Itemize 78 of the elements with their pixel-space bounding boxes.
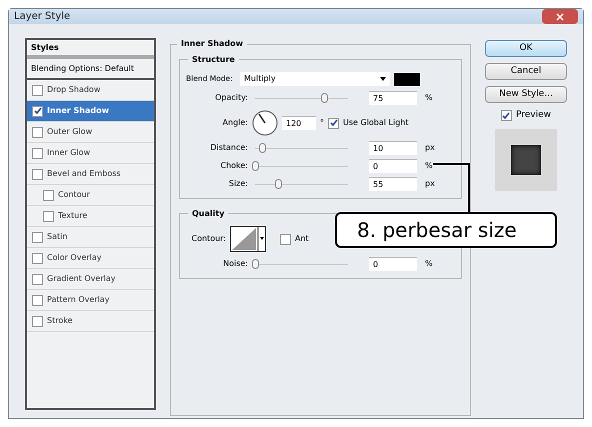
unit-label: % [425, 258, 433, 270]
caret-icon [380, 77, 386, 81]
sidebar-item[interactable]: Stroke [27, 311, 154, 332]
field-label: Noise: [222, 258, 248, 270]
checkbox[interactable] [32, 106, 43, 116]
sidebar-item[interactable]: Bevel and Emboss [27, 164, 154, 185]
check-icon [502, 112, 510, 120]
close-button[interactable] [542, 9, 578, 24]
check-icon [34, 107, 42, 115]
sidebar-item[interactable]: Contour [27, 185, 154, 206]
field-label: Angle: [222, 117, 248, 129]
slider-thumb[interactable] [275, 179, 282, 189]
checkbox[interactable] [32, 274, 43, 284]
slider-thumb[interactable] [252, 161, 259, 171]
checkbox[interactable] [32, 168, 43, 180]
field-label: Choke: [219, 160, 248, 172]
dialog-button[interactable]: OK [484, 40, 567, 57]
checkbox[interactable] [328, 118, 339, 128]
blending-options-item[interactable]: Blending Options: Default [27, 59, 154, 80]
slider-track[interactable] [252, 161, 351, 171]
check-icon [330, 119, 338, 127]
slider-thumb[interactable] [259, 143, 266, 153]
checkbox[interactable] [32, 232, 43, 242]
checkbox[interactable] [43, 210, 54, 222]
sidebar-item[interactable]: Satin [27, 227, 154, 248]
sidebar-item[interactable]: Texture [27, 206, 154, 227]
slider-track[interactable] [252, 179, 351, 189]
sidebar-item[interactable]: Inner Glow [27, 143, 154, 164]
checkbox[interactable] [32, 84, 43, 96]
list-header[interactable]: Styles [27, 40, 154, 59]
checkbox[interactable] [32, 252, 43, 264]
unit-label: ° [320, 117, 324, 129]
preview-label: Preview [516, 109, 551, 122]
unit-label: % [425, 92, 433, 104]
slider-track[interactable] [252, 259, 351, 269]
blend-mode-select[interactable]: Multiply [240, 72, 390, 86]
color-swatch[interactable] [394, 72, 420, 86]
number-field[interactable]: 55 [369, 177, 417, 191]
sidebar-item[interactable]: Outer Glow [27, 122, 154, 143]
sidebar-item[interactable]: Inner Shadow [27, 101, 154, 122]
checkbox-label: Use Global Light [343, 117, 409, 129]
checkbox-label: Ant [295, 233, 309, 245]
number-field[interactable]: 10 [369, 141, 417, 155]
slider-track[interactable] [252, 93, 351, 103]
dialog-button[interactable]: New Style... [484, 86, 567, 103]
checkbox[interactable] [32, 148, 43, 158]
number-field[interactable]: 120 [282, 116, 316, 130]
field-label: Contour: [190, 233, 226, 245]
sidebar-item[interactable]: Color Overlay [27, 248, 154, 269]
checkbox[interactable] [500, 110, 512, 122]
checkbox[interactable] [280, 234, 291, 244]
sidebar-item[interactable]: Gradient Overlay [27, 269, 154, 290]
slider-thumb[interactable] [321, 93, 328, 103]
contour-picker[interactable] [230, 226, 266, 252]
number-field[interactable]: 0 [369, 257, 417, 271]
leader-line [433, 163, 473, 213]
angle-dial[interactable] [252, 110, 278, 136]
unit-label: % [425, 160, 433, 172]
slider-thumb[interactable] [252, 259, 259, 269]
preview-swatch [510, 144, 541, 174]
callout-label: 8. perbesar size [335, 212, 557, 248]
sidebar-item[interactable]: Pattern Overlay [27, 290, 154, 311]
dialog-button[interactable]: Cancel [484, 63, 567, 80]
field-label: Distance: [209, 142, 248, 154]
slider-track[interactable] [252, 143, 351, 153]
unit-label: px [425, 178, 435, 190]
number-field[interactable]: 0 [369, 159, 417, 173]
checkbox[interactable] [32, 126, 43, 138]
window-title: Layer Style [14, 10, 70, 24]
group-title: Quality [188, 208, 228, 220]
checkbox[interactable] [32, 294, 43, 306]
checkbox[interactable] [43, 190, 54, 200]
number-field[interactable]: 75 [369, 91, 417, 105]
field-label: Opacity: [214, 92, 248, 104]
field-label: Size: [228, 178, 248, 190]
unit-label: px [425, 142, 435, 154]
close-icon [556, 12, 564, 20]
checkbox[interactable] [32, 316, 43, 326]
